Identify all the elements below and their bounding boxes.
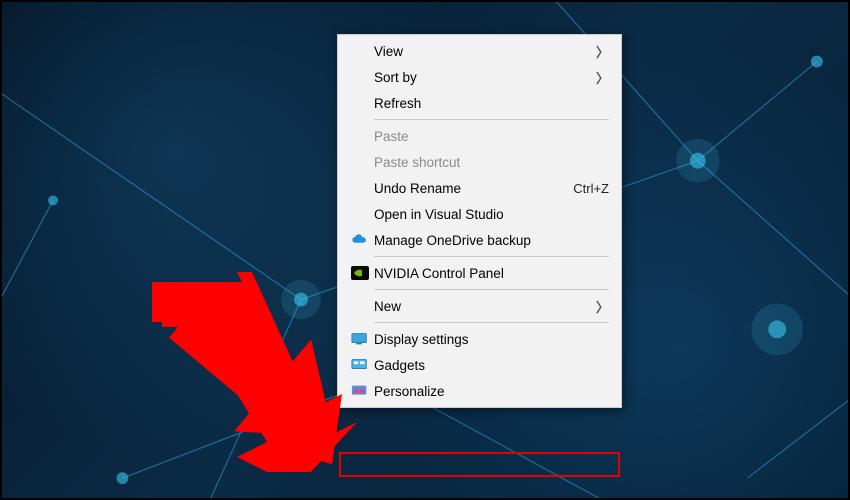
gadgets-icon xyxy=(348,358,372,372)
menu-item-label: Paste xyxy=(372,129,609,144)
display-icon xyxy=(348,332,372,346)
menu-item-label: Open in Visual Studio xyxy=(372,207,609,222)
menu-item-label: Refresh xyxy=(372,96,609,111)
menu-item-sort-by[interactable]: Sort by 〉 xyxy=(340,64,619,90)
menu-separator xyxy=(374,289,609,290)
menu-item-display-settings[interactable]: Display settings xyxy=(340,326,619,352)
menu-item-label: Gadgets xyxy=(372,358,609,373)
chevron-right-icon: 〉 xyxy=(596,42,609,61)
menu-item-label: Sort by xyxy=(372,70,596,85)
menu-item-manage-onedrive[interactable]: Manage OneDrive backup xyxy=(340,227,619,253)
menu-item-open-visual-studio[interactable]: Open in Visual Studio xyxy=(340,201,619,227)
menu-item-shortcut: Ctrl+Z xyxy=(573,181,609,196)
desktop-context-menu: View 〉 Sort by 〉 Refresh Paste Paste sho… xyxy=(337,34,622,408)
menu-item-label: View xyxy=(372,44,596,59)
menu-separator xyxy=(374,256,609,257)
menu-item-label: Display settings xyxy=(372,332,609,347)
menu-item-undo-rename[interactable]: Undo Rename Ctrl+Z xyxy=(340,175,619,201)
onedrive-icon xyxy=(348,233,372,247)
menu-item-label: Paste shortcut xyxy=(372,155,609,170)
chevron-right-icon: 〉 xyxy=(596,68,609,87)
menu-item-nvidia-control-panel[interactable]: NVIDIA Control Panel xyxy=(340,260,619,286)
menu-separator xyxy=(374,322,609,323)
menu-item-label: Manage OneDrive backup xyxy=(372,233,609,248)
menu-item-paste-shortcut: Paste shortcut xyxy=(340,149,619,175)
menu-item-paste: Paste xyxy=(340,123,619,149)
menu-separator xyxy=(374,119,609,120)
personalize-icon xyxy=(348,384,372,398)
menu-item-personalize[interactable]: Personalize xyxy=(340,378,619,404)
menu-item-label: Undo Rename xyxy=(372,181,573,196)
menu-item-label: Personalize xyxy=(372,384,609,399)
menu-item-label: NVIDIA Control Panel xyxy=(372,266,609,281)
menu-item-new[interactable]: New 〉 xyxy=(340,293,619,319)
menu-item-refresh[interactable]: Refresh xyxy=(340,90,619,116)
menu-item-label: New xyxy=(372,299,596,314)
nvidia-icon xyxy=(348,266,372,280)
chevron-right-icon: 〉 xyxy=(596,297,609,316)
menu-item-view[interactable]: View 〉 xyxy=(340,38,619,64)
menu-item-gadgets[interactable]: Gadgets xyxy=(340,352,619,378)
